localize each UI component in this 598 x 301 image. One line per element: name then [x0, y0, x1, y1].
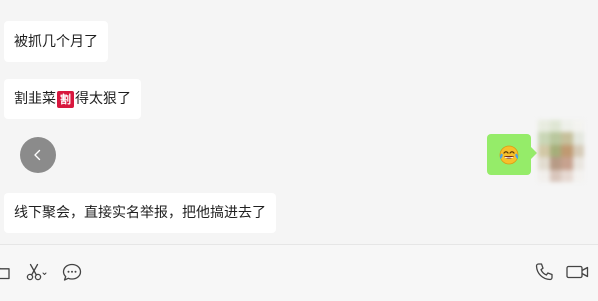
folder-icon[interactable]	[0, 261, 12, 283]
message-text: 得太狠了	[75, 91, 131, 107]
scissors-icon[interactable]	[24, 261, 48, 283]
cut-emoji-badge: 割	[57, 90, 74, 108]
chat-bubble-icon[interactable]	[61, 261, 83, 283]
sent-message-bubble[interactable]: 😂	[487, 134, 537, 175]
message-bubble[interactable]: 被抓几个月了	[4, 21, 108, 62]
chevron-left-icon	[34, 149, 41, 161]
laughing-tears-emoji-icon	[499, 145, 519, 164]
back-button[interactable]	[20, 137, 56, 173]
video-icon[interactable]	[565, 261, 591, 283]
message-text: 被抓几个月了	[14, 33, 98, 50]
message-bubble[interactable]: 线下聚会，直接实名举报，把他搞进去了	[4, 193, 276, 233]
message-text: 线下聚会，直接实名举报，把他搞进去了	[14, 205, 266, 221]
message-bubble[interactable]: 割韭菜割得太狠了	[4, 79, 141, 119]
chat-history: 被抓几个月了 割韭菜割得太狠了 😂 线下聚会，直接实名举报，把他搞进去了	[0, 0, 598, 244]
input-toolbar	[0, 244, 598, 301]
phone-icon[interactable]	[533, 261, 555, 283]
message-text: 割韭菜	[14, 91, 56, 107]
avatar[interactable]	[538, 120, 584, 182]
